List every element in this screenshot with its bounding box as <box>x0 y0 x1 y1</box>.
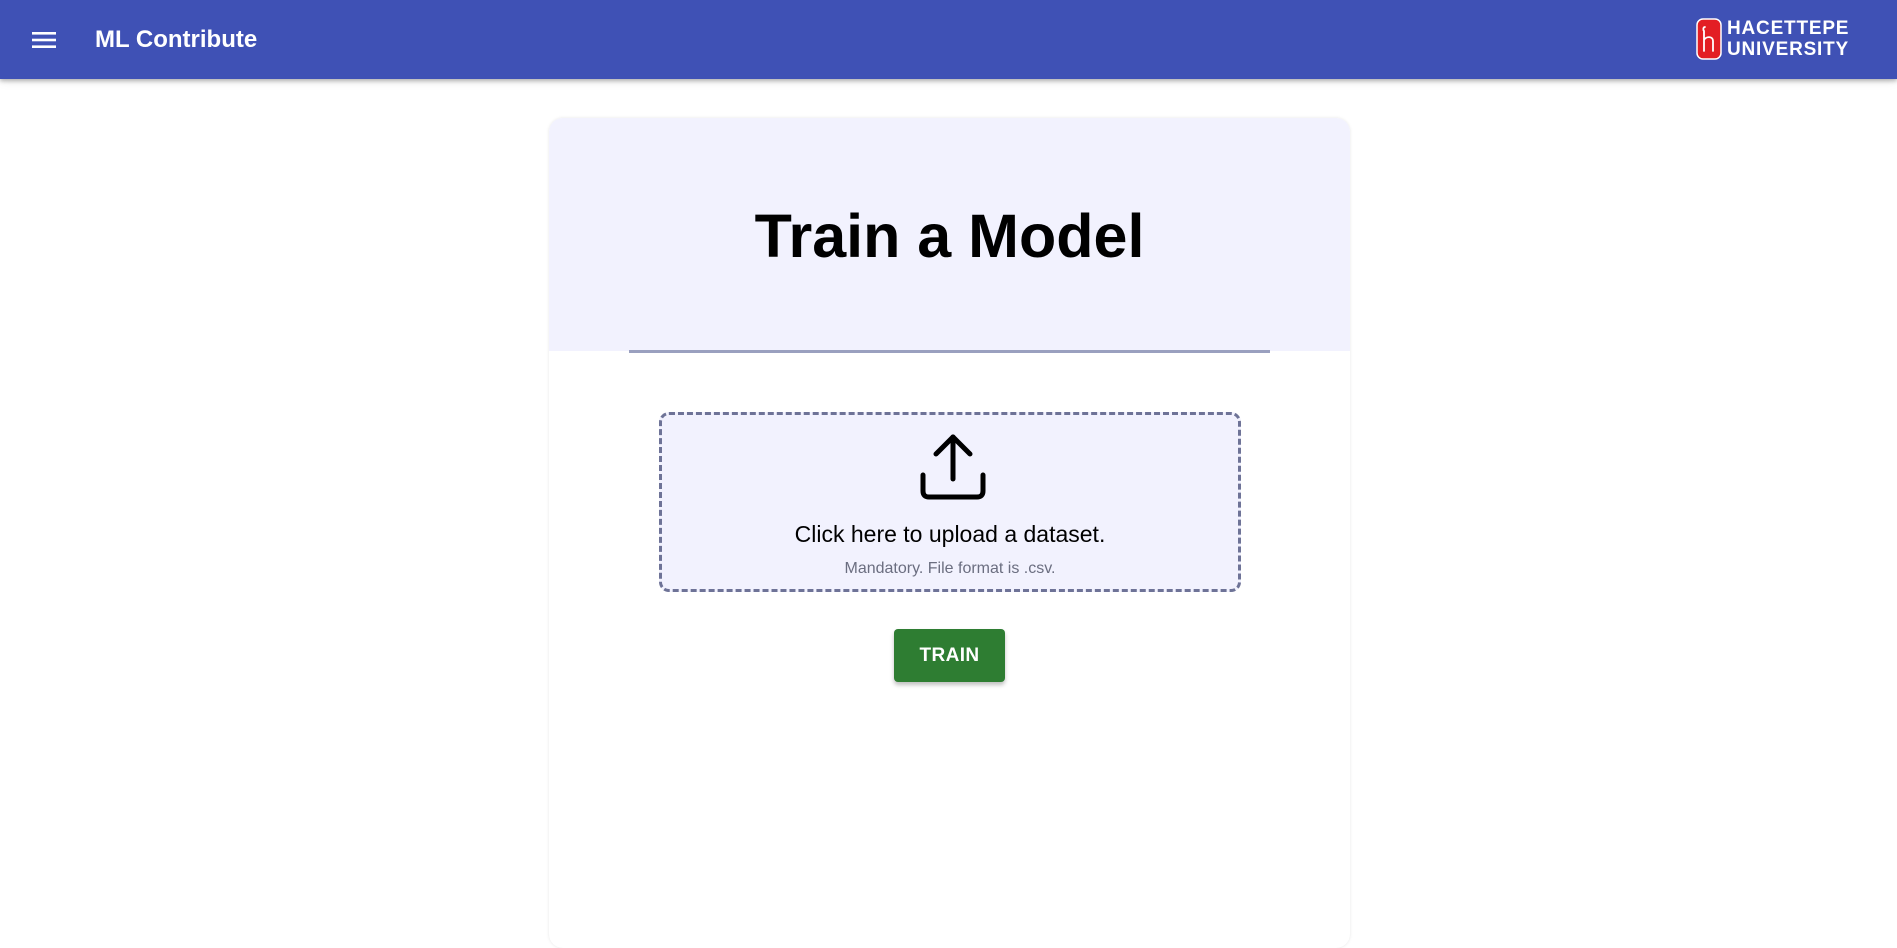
header-divider <box>629 350 1270 353</box>
card-header: Train a Model <box>549 118 1350 351</box>
menu-icon <box>32 32 56 48</box>
train-card: Train a Model Click here to upload a dat… <box>549 118 1350 948</box>
page-title: Train a Model <box>754 202 1145 270</box>
dataset-upload-dropzone[interactable]: Click here to upload a dataset. Mandator… <box>659 412 1241 592</box>
train-button[interactable]: TRAIN <box>894 629 1005 682</box>
app-title: ML Contribute <box>95 26 258 53</box>
university-logo[interactable]: HACETTEPE UNIVERSITY <box>1696 17 1849 61</box>
university-name: HACETTEPE UNIVERSITY <box>1727 18 1849 60</box>
hacettepe-logo-icon <box>1696 18 1722 60</box>
upload-icon <box>920 434 986 500</box>
upload-hint: Mandatory. File format is .csv. <box>844 560 1056 577</box>
app-bar: ML Contribute HACETTEPE UNIVERSITY <box>0 0 1897 79</box>
university-name-line2: UNIVERSITY <box>1727 39 1850 60</box>
upload-title: Click here to upload a dataset. <box>794 521 1106 547</box>
menu-button[interactable] <box>28 24 60 56</box>
university-name-line1: HACETTEPE <box>1727 18 1850 39</box>
